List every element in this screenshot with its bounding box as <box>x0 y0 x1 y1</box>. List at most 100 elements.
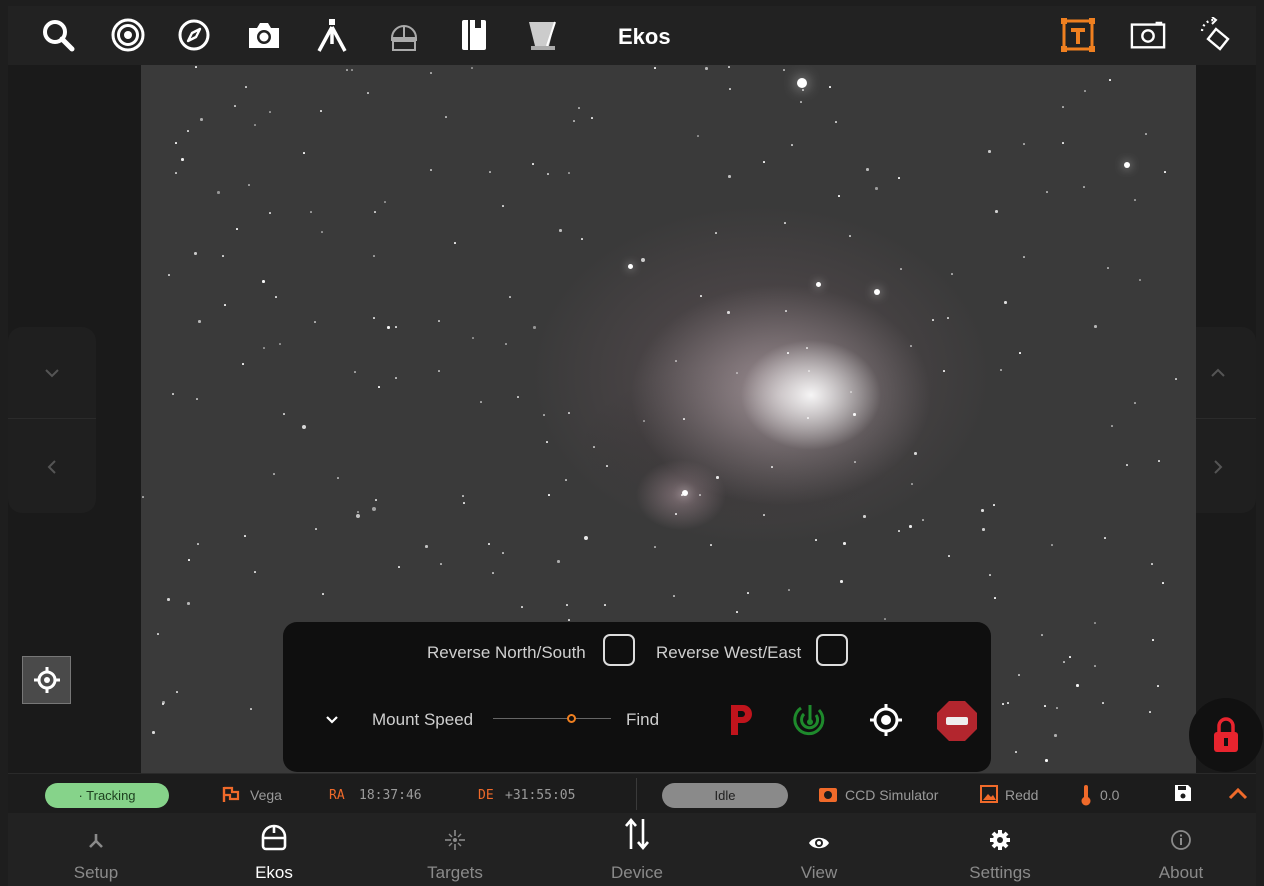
star <box>557 560 560 563</box>
star <box>254 571 256 573</box>
center-target-icon[interactable] <box>866 700 906 740</box>
rotate-icon[interactable] <box>1198 17 1234 53</box>
star <box>1164 171 1166 173</box>
star <box>791 144 793 146</box>
compass-icon[interactable] <box>176 17 212 53</box>
star <box>900 268 902 270</box>
nav-targets[interactable]: Targets <box>365 813 545 886</box>
lock-icon <box>1214 717 1238 752</box>
app-title: Ekos <box>618 24 671 49</box>
star <box>783 69 785 71</box>
de-label: DE <box>478 788 494 803</box>
star <box>395 326 397 328</box>
star <box>1051 544 1053 546</box>
nav-setup[interactable]: Setup <box>6 813 186 886</box>
star <box>1062 106 1064 108</box>
collapse-chevron-icon[interactable] <box>319 708 345 730</box>
star <box>194 252 197 255</box>
star <box>387 326 390 329</box>
telescope-tripod-icon[interactable] <box>314 17 350 53</box>
star <box>1041 634 1043 636</box>
status-bar: · Tracking Vega RA 18:37:46 DE +31:55:05… <box>8 773 1256 813</box>
nav-ekos[interactable]: Ekos <box>184 813 364 886</box>
nav-settings-label: Settings <box>969 863 1031 882</box>
star <box>1018 674 1020 676</box>
crosshair-icon <box>33 667 60 693</box>
star <box>875 187 878 190</box>
star <box>222 255 224 257</box>
camera-state-badge: Idle <box>662 783 788 808</box>
center-crosshair-button[interactable] <box>22 656 71 704</box>
star <box>1056 707 1058 709</box>
star <box>716 476 719 479</box>
nav-settings[interactable]: Settings <box>910 813 1090 886</box>
star <box>546 441 548 443</box>
star <box>197 543 199 545</box>
ra-value: 18:37:46 <box>359 788 422 803</box>
star <box>488 543 490 545</box>
star <box>951 273 953 275</box>
star <box>1152 639 1154 641</box>
chevron-left-icon[interactable] <box>8 420 96 513</box>
star <box>675 513 677 515</box>
right-panel <box>1179 65 1256 773</box>
target-rings-icon[interactable] <box>110 17 146 53</box>
star <box>1063 661 1065 663</box>
reverse-ns-checkbox[interactable] <box>603 634 635 666</box>
star <box>505 343 507 345</box>
search-icon[interactable] <box>40 17 76 53</box>
star <box>181 158 184 161</box>
nav-view[interactable]: View <box>729 813 909 886</box>
star <box>568 172 570 174</box>
mount-control-panel: Reverse North/South Reverse West/East Mo… <box>283 622 991 772</box>
save-icon[interactable] <box>1174 784 1192 805</box>
star <box>993 504 995 506</box>
star <box>866 168 869 171</box>
nav-device[interactable]: Device <box>547 813 727 886</box>
star <box>654 67 656 69</box>
stop-icon[interactable] <box>935 699 979 743</box>
lock-button[interactable] <box>1189 698 1263 772</box>
star <box>250 708 252 710</box>
star <box>884 618 886 620</box>
star <box>578 107 580 109</box>
star <box>829 86 831 88</box>
star <box>245 86 247 88</box>
observatory-dome-icon[interactable] <box>386 17 422 53</box>
star <box>1102 702 1104 704</box>
star <box>994 597 996 599</box>
notebook-icon[interactable] <box>456 17 492 53</box>
star <box>373 255 375 257</box>
star <box>321 231 323 233</box>
star <box>440 563 442 565</box>
park-icon[interactable] <box>721 700 761 740</box>
expand-up-icon[interactable] <box>1228 787 1248 803</box>
text-label-icon[interactable] <box>1060 17 1096 53</box>
mount-speed-thumb[interactable] <box>567 714 576 723</box>
reverse-we-checkbox[interactable] <box>816 634 848 666</box>
star <box>320 110 322 112</box>
star <box>1104 537 1106 539</box>
star <box>162 701 165 704</box>
frame-icon[interactable] <box>1130 17 1166 53</box>
star <box>398 566 400 568</box>
status-divider <box>636 778 637 810</box>
filter-wheel-icon[interactable] <box>524 17 560 53</box>
camera-icon[interactable] <box>246 17 282 53</box>
mount-speed-value: Find <box>626 710 660 729</box>
chevron-down-icon[interactable] <box>8 327 96 419</box>
star <box>217 191 220 194</box>
bottom-navigation: Setup Ekos Targets Device View Settings <box>8 813 1256 886</box>
star <box>849 235 851 237</box>
tracking-icon[interactable] <box>789 700 829 740</box>
mount-speed-slider[interactable] <box>493 718 611 719</box>
nav-about[interactable]: About <box>1091 813 1264 886</box>
star <box>373 317 375 319</box>
star <box>463 502 465 504</box>
camera-name: CCD Simulator <box>845 787 939 803</box>
star <box>1162 582 1164 584</box>
star <box>375 499 377 501</box>
star <box>533 326 536 329</box>
star <box>573 120 575 122</box>
star <box>914 452 917 455</box>
